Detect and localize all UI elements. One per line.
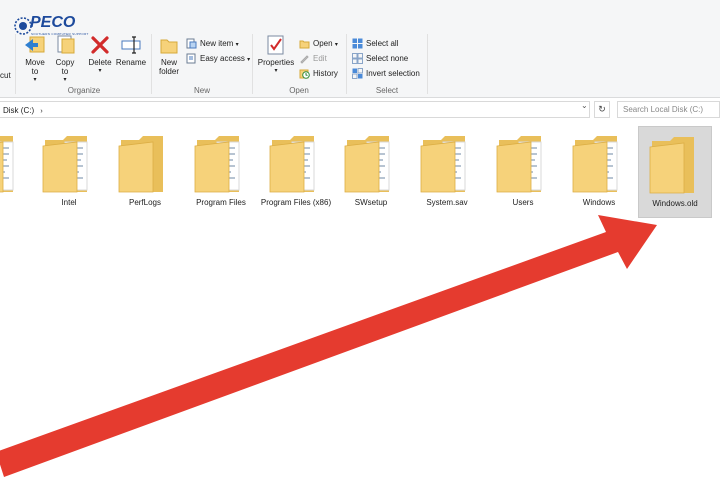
select-all-label: Select all xyxy=(366,39,399,48)
chevron-down-icon: ▾ xyxy=(247,57,251,63)
separator xyxy=(252,34,253,94)
history-button[interactable]: History xyxy=(299,67,338,81)
chevron-down-icon: ▾ xyxy=(33,77,37,83)
new-item-button[interactable]: New item ▾ xyxy=(186,37,239,51)
select-group-label: Select xyxy=(375,86,399,95)
rename-label: Rename xyxy=(115,58,147,67)
new-item-icon xyxy=(186,38,197,49)
cut-label: cut xyxy=(0,71,11,80)
new-group-label: New xyxy=(193,86,210,95)
ribbon: PECO SOUTHERN COMPUTER SUPPORT cut Move … xyxy=(0,0,720,98)
chevron-down-icon: ▾ xyxy=(98,68,102,74)
invert-selection-button[interactable]: Invert selection xyxy=(352,67,420,81)
chevron-down-icon: ▾ xyxy=(274,68,278,74)
separator xyxy=(15,34,16,94)
separator xyxy=(346,34,347,94)
select-none-icon xyxy=(352,53,363,65)
separator xyxy=(427,34,428,94)
open-button[interactable]: Open ▾ xyxy=(299,37,338,51)
select-all-button[interactable]: Select all xyxy=(352,37,398,51)
chevron-down-icon: ▾ xyxy=(235,42,239,48)
properties-label: Properties xyxy=(257,58,295,67)
copy-to-icon xyxy=(54,34,76,56)
edit-label: Edit xyxy=(313,54,327,63)
breadcrumb-chevron-icon[interactable]: › xyxy=(40,108,42,115)
search-input[interactable]: Search Local Disk (C:) xyxy=(617,101,720,118)
copy-to-label: Copy to xyxy=(55,58,75,76)
new-folder-icon xyxy=(158,34,180,56)
history-icon xyxy=(299,68,310,80)
chevron-down-icon: ▾ xyxy=(334,42,338,48)
new-folder-button[interactable]: New folder xyxy=(155,34,183,76)
edit-button[interactable]: Edit xyxy=(299,52,327,66)
refresh-icon: ↻ xyxy=(598,104,606,114)
open-label: Open xyxy=(313,39,333,48)
edit-pencil-icon xyxy=(299,53,310,65)
red-arrow-annotation xyxy=(0,215,657,477)
copy-to-button[interactable]: Copy to ▾ xyxy=(50,34,80,85)
invert-selection-label: Invert selection xyxy=(366,69,420,78)
new-item-label: New item xyxy=(200,39,234,48)
address-bar[interactable]: Disk (C:) › xyxy=(0,101,590,118)
organize-group-label: Organize xyxy=(67,86,101,95)
select-none-button[interactable]: Select none xyxy=(352,52,408,66)
breadcrumb-path[interactable]: Disk (C:) xyxy=(3,106,34,115)
move-to-button[interactable]: Move to ▾ xyxy=(20,34,50,85)
red-arrow-shape xyxy=(0,215,657,477)
properties-button[interactable]: Properties ▾ xyxy=(256,34,296,76)
logo-text: PECO xyxy=(30,14,76,31)
easy-access-icon xyxy=(186,53,197,64)
new-folder-label: New folder xyxy=(158,58,179,76)
search-placeholder: Search Local Disk (C:) xyxy=(623,105,704,114)
history-label: History xyxy=(313,69,338,78)
move-to-label: Move to xyxy=(25,58,45,76)
open-group-label: Open xyxy=(289,86,309,95)
address-dropdown-chevron-icon[interactable]: ⌄ xyxy=(581,101,588,110)
separator xyxy=(151,34,152,94)
open-folder-icon xyxy=(299,38,310,49)
move-to-icon xyxy=(24,34,46,56)
address-bar-row: Disk (C:) › ⌄ xyxy=(0,99,720,121)
rename-icon xyxy=(120,34,142,56)
file-list: Intel PerfLogs Program Files Program Files … xyxy=(0,122,720,480)
refresh-button[interactable]: ↻ xyxy=(594,101,610,118)
delete-label: Delete xyxy=(88,58,112,67)
rename-button[interactable]: Rename xyxy=(115,34,147,67)
easy-access-button[interactable]: Easy access ▾ xyxy=(186,52,250,66)
properties-icon xyxy=(265,34,287,56)
chevron-down-icon: ▾ xyxy=(63,77,67,83)
delete-button[interactable]: Delete ▾ xyxy=(85,34,115,76)
select-none-label: Select none xyxy=(366,54,409,63)
invert-selection-icon xyxy=(352,68,363,80)
easy-access-label: Easy access xyxy=(200,54,245,63)
cut-button-partial[interactable]: cut xyxy=(0,69,11,83)
select-all-icon xyxy=(352,38,363,49)
delete-x-icon xyxy=(89,34,111,56)
